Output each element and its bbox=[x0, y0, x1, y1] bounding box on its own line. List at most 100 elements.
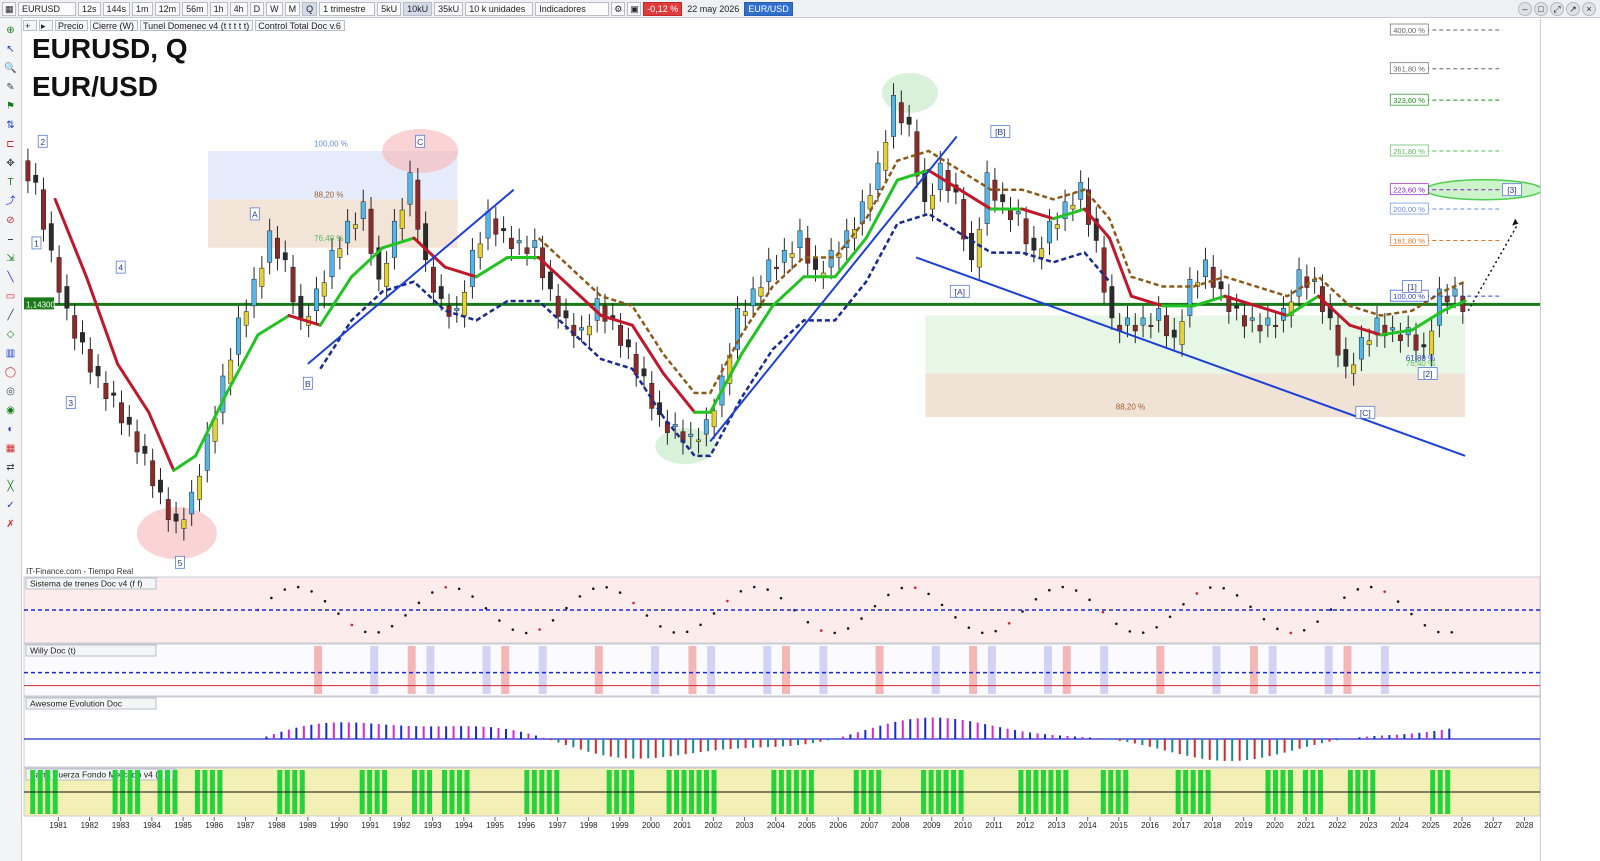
trains-dot bbox=[471, 595, 474, 598]
awesome-bar bbox=[624, 739, 627, 759]
trains-dot bbox=[591, 587, 595, 591]
awesome-bar bbox=[789, 739, 792, 746]
willy-band bbox=[688, 646, 697, 694]
candle-up bbox=[1140, 317, 1146, 326]
candle-down bbox=[1421, 344, 1427, 348]
candle-up bbox=[352, 224, 358, 229]
willy-band bbox=[1212, 646, 1221, 694]
x-tick-label: 2010 bbox=[954, 821, 972, 830]
awesome-bar bbox=[909, 719, 912, 739]
candle-up bbox=[891, 95, 896, 137]
awesome-bar bbox=[617, 739, 620, 758]
fib-left-label: 76,40 % bbox=[314, 234, 343, 243]
price-chart[interactable]: EURUSD, Q EUR/USD IT-Finance.com - Tiemp… bbox=[0, 0, 1600, 861]
candle-up bbox=[454, 308, 460, 311]
candle-down bbox=[290, 266, 296, 303]
trains-dot bbox=[873, 604, 877, 608]
awesome-bar bbox=[886, 723, 889, 739]
awesome-bar bbox=[916, 718, 919, 739]
trains-dot bbox=[726, 599, 729, 603]
x-tick-label: 2015 bbox=[1110, 821, 1128, 830]
candle-down bbox=[1148, 324, 1154, 327]
awesome-bar bbox=[1118, 739, 1121, 741]
candle-up bbox=[875, 162, 881, 190]
candle-down bbox=[142, 445, 148, 454]
candle-down bbox=[1257, 324, 1263, 332]
right-price-axis[interactable] bbox=[1540, 18, 1600, 861]
trains-dot bbox=[431, 591, 434, 594]
trains-dot bbox=[1048, 588, 1051, 592]
candle-down bbox=[641, 368, 647, 377]
awesome-bar bbox=[415, 726, 418, 739]
awesome-bar bbox=[295, 727, 298, 739]
willy-band bbox=[314, 646, 323, 694]
x-tick-label: 1985 bbox=[174, 821, 192, 830]
trains-dot bbox=[1329, 608, 1333, 611]
willy-band bbox=[969, 646, 978, 694]
willy-band bbox=[763, 646, 772, 694]
trains-dot bbox=[578, 595, 582, 598]
candle-up bbox=[586, 325, 592, 336]
awesome-bar bbox=[1201, 739, 1204, 759]
candle-up bbox=[407, 172, 413, 205]
candle-down bbox=[805, 237, 811, 264]
awesome-bar bbox=[1403, 734, 1406, 739]
x-tick-label: 1983 bbox=[112, 821, 130, 830]
awesome-bar bbox=[1006, 728, 1009, 739]
awesome-bar bbox=[452, 726, 455, 739]
awesome-bar bbox=[482, 726, 485, 739]
willy-band bbox=[819, 646, 828, 694]
awesome-bar bbox=[811, 739, 814, 744]
trains-dot bbox=[739, 589, 743, 593]
awesome-bar bbox=[407, 725, 410, 739]
candle-up bbox=[469, 249, 475, 287]
x-tick-label: 2009 bbox=[923, 821, 941, 830]
fib-left-label: 100,00 % bbox=[314, 140, 348, 149]
trains-dot bbox=[900, 586, 904, 590]
awesome-bar bbox=[512, 730, 515, 739]
willy-band bbox=[501, 646, 510, 694]
x-tick-label: 1987 bbox=[237, 821, 255, 830]
trains-dot bbox=[1343, 596, 1346, 599]
candle-down bbox=[1397, 334, 1403, 341]
awesome-bar bbox=[1073, 736, 1076, 739]
awesome-bar bbox=[1395, 734, 1398, 739]
x-tick-label: 2007 bbox=[860, 821, 878, 830]
fib-right-label: 361,80 % bbox=[1393, 65, 1425, 74]
candle-down bbox=[555, 295, 561, 317]
awesome-bar bbox=[490, 727, 493, 739]
willy-band bbox=[987, 646, 996, 694]
wave-label: 1 bbox=[34, 238, 39, 248]
indicator-title: Sistema de trenes Doc v4 (f f) bbox=[30, 579, 143, 589]
awesome-bar bbox=[1448, 728, 1451, 739]
trains-dot bbox=[940, 603, 944, 607]
awesome-bar bbox=[460, 726, 463, 739]
candle-up bbox=[976, 229, 982, 268]
tunnel-line bbox=[927, 168, 962, 192]
awesome-bar bbox=[841, 736, 844, 739]
trains-dot bbox=[1410, 612, 1413, 616]
awesome-bar bbox=[1410, 733, 1413, 739]
trains-dot bbox=[927, 592, 930, 596]
candle-up bbox=[391, 220, 397, 258]
fib-zone-tan bbox=[925, 373, 1466, 418]
awesome-bar bbox=[999, 727, 1002, 739]
awesome-bar bbox=[819, 739, 822, 742]
candle-down bbox=[165, 499, 171, 520]
candle-down bbox=[150, 460, 156, 487]
awesome-bar bbox=[737, 739, 740, 749]
trains-dot bbox=[1155, 625, 1158, 629]
awesome-bar bbox=[542, 737, 545, 739]
awesome-bar bbox=[272, 734, 275, 739]
awesome-bar bbox=[1246, 739, 1249, 760]
awesome-bar bbox=[445, 726, 448, 739]
projection-arrowhead bbox=[1512, 218, 1519, 226]
awesome-bar bbox=[879, 725, 882, 739]
trains-dot bbox=[1437, 630, 1440, 634]
candle-down bbox=[173, 513, 179, 522]
candle-down bbox=[1000, 194, 1006, 203]
awesome-bar bbox=[1141, 739, 1144, 746]
trains-dot bbox=[283, 588, 287, 591]
trains-dot bbox=[296, 585, 300, 589]
x-tick-label: 1989 bbox=[299, 821, 317, 830]
